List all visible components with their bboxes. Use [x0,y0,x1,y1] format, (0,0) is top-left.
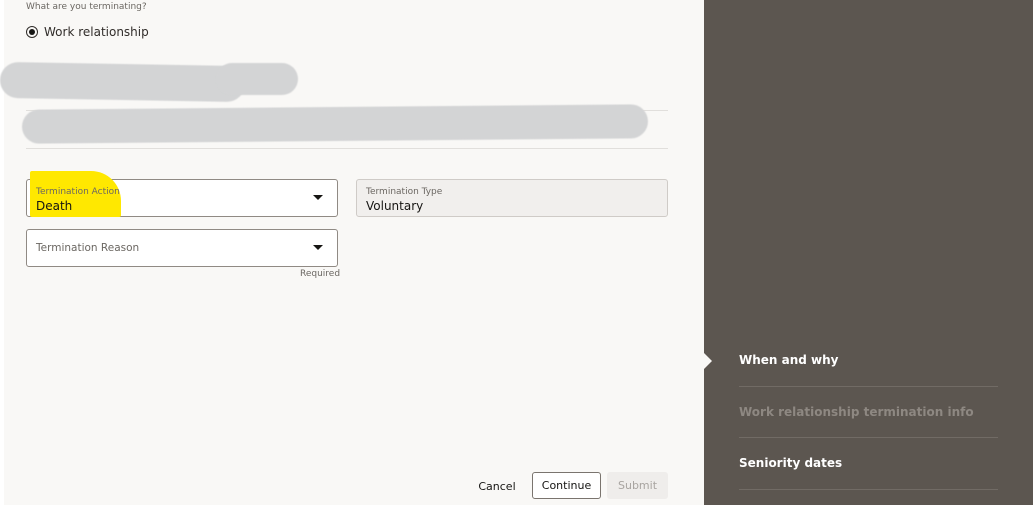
radio-work-relationship[interactable]: Work relationship [26,25,149,39]
step-work-relationship-termination-info: Work relationship termination info [739,405,974,419]
termination-type-field: Termination Type Voluntary [356,179,668,217]
step-when-and-why[interactable]: When and why [739,353,839,367]
current-step-pointer-icon [704,353,712,369]
divider [26,148,668,149]
redaction-scribble [0,61,246,103]
redaction-scribble [21,104,649,144]
train-stop-panel: When and why Work relationship terminati… [704,0,1033,505]
divider [739,437,998,438]
termination-reason-select[interactable]: Termination Reason [26,229,338,267]
divider [739,386,998,387]
termination-action-select[interactable]: Termination Action Death [26,171,338,217]
question-label: What are you terminating? [26,2,147,12]
step-seniority-dates[interactable]: Seniority dates [739,456,842,470]
main-panel: What are you terminating? Work relations… [0,0,704,505]
chevron-down-icon [313,195,323,200]
submit-button[interactable]: Submit [607,472,668,499]
required-helper: Required [300,269,341,279]
divider [739,489,998,490]
redaction-scribble [216,63,298,95]
chevron-down-icon [313,245,323,250]
cancel-button[interactable]: Cancel [472,473,522,499]
radio-label: Work relationship [44,25,149,39]
radio-selected-icon [26,26,38,38]
continue-button[interactable]: Continue [532,472,601,499]
